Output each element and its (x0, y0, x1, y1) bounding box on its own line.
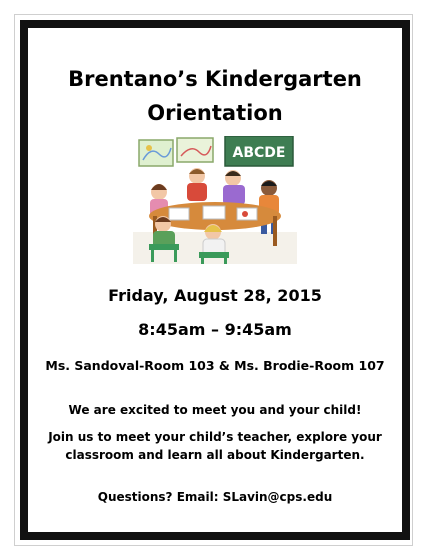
excited-message: We are excited to meet you and your chil… (68, 403, 362, 417)
flyer-border: Brentano’s Kindergarten Orientation ABCD… (20, 20, 410, 540)
contact-line: Questions? Email: SLavin@cps.edu (97, 490, 333, 504)
chalkboard-text: ABCDE (233, 145, 286, 161)
wall-picture-1 (138, 139, 174, 167)
event-date: Friday, August 28, 2015 (108, 286, 322, 305)
event-rooms: Ms. Sandoval-Room 103 & Ms. Brodie-Room … (45, 358, 385, 373)
flyer-title-line1: Brentano’s Kindergarten (68, 67, 362, 91)
join-message: Join us to meet your child’s teacher, ex… (48, 430, 382, 462)
flyer-content: Brentano’s Kindergarten Orientation ABCD… (28, 28, 402, 532)
classroom-illustration: ABCDE (133, 136, 297, 264)
flyer-title-line2: Orientation (147, 101, 283, 125)
event-time: 8:45am – 9:45am (138, 320, 292, 339)
